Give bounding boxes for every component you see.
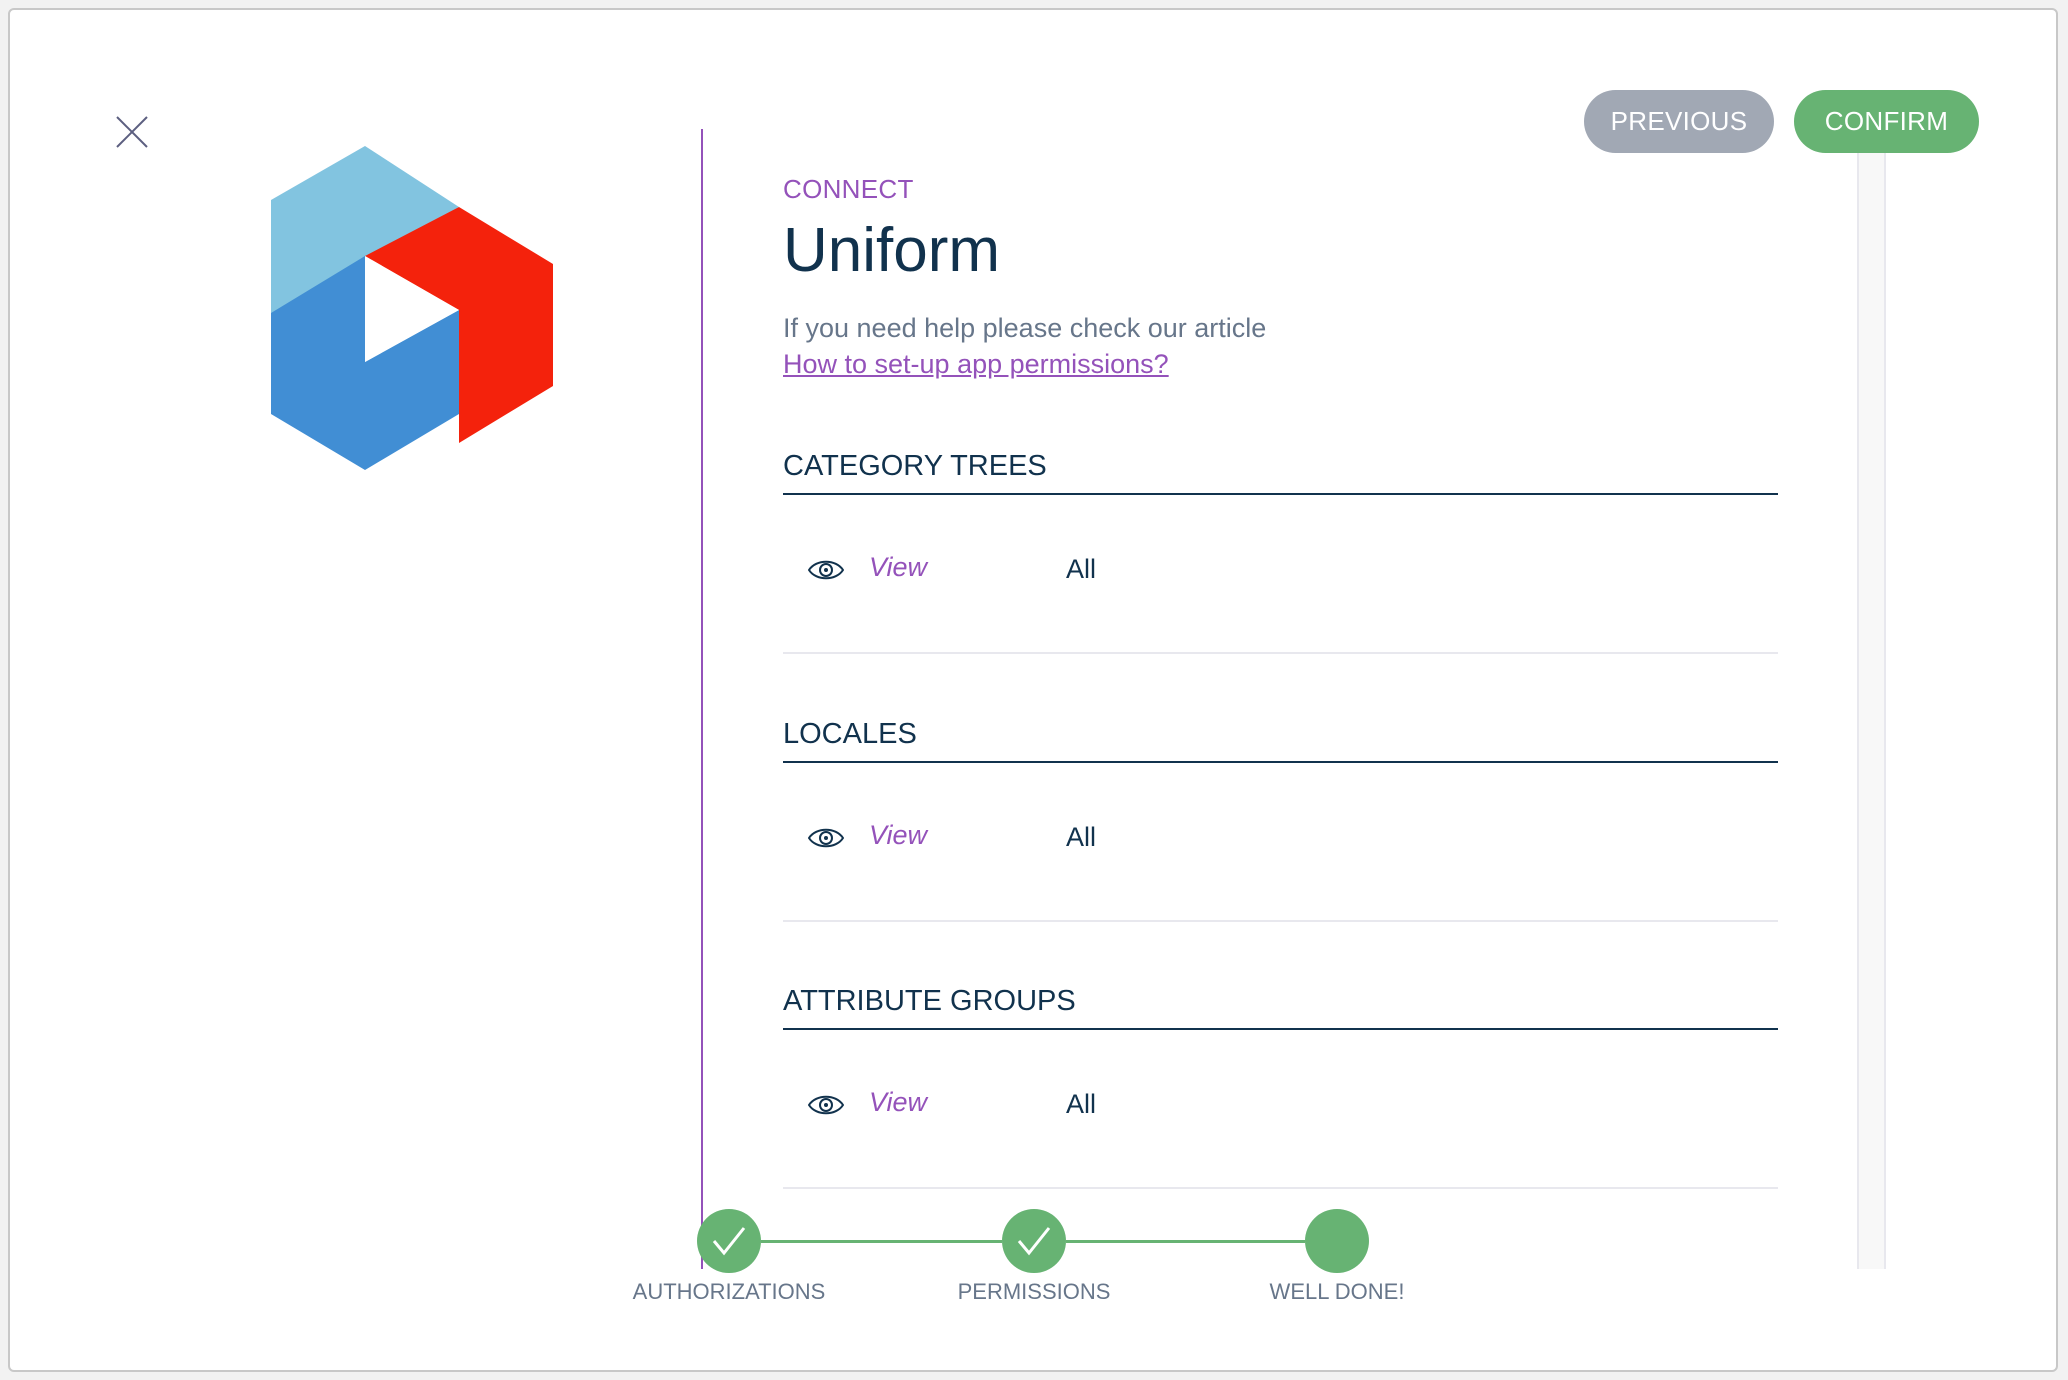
eye-icon — [808, 828, 844, 848]
permission-row: View All — [783, 1085, 1778, 1145]
permission-action-view[interactable]: View — [869, 552, 927, 583]
confirm-button[interactable]: CONFIRM — [1794, 90, 1979, 153]
permission-scope: All — [1066, 554, 1097, 584]
section-underline — [783, 761, 1778, 763]
permission-scope: All — [1066, 822, 1097, 852]
scrollbar[interactable] — [1857, 153, 1886, 1269]
page-eyebrow: CONNECT — [783, 174, 914, 204]
section-title: LOCALES — [783, 718, 917, 750]
eye-icon — [808, 1095, 844, 1115]
step-permissions[interactable] — [1002, 1209, 1066, 1273]
page-title: Uniform — [783, 216, 1001, 285]
check-icon — [712, 1227, 746, 1256]
permission-scope: All — [1066, 1089, 1097, 1119]
previous-button[interactable]: PREVIOUS — [1584, 90, 1774, 153]
section-title: ATTRIBUTE GROUPS — [783, 985, 1076, 1017]
step-authorizations[interactable] — [697, 1209, 761, 1273]
step-well-done[interactable] — [1305, 1209, 1369, 1273]
help-text: If you need help please check our articl… — [783, 313, 1267, 343]
app-logo — [271, 146, 553, 470]
stepper-connector — [1066, 1240, 1305, 1243]
eye-icon — [808, 560, 844, 580]
section-title: CATEGORY TREES — [783, 450, 1047, 482]
section-underline — [783, 493, 1778, 495]
step-label: AUTHORIZATIONS — [632, 1279, 826, 1304]
section-divider — [783, 920, 1778, 922]
vertical-divider — [701, 129, 703, 1269]
section-divider — [783, 652, 1778, 654]
permission-action-view[interactable]: View — [869, 820, 927, 851]
permission-row: View All — [783, 550, 1778, 610]
help-article-link[interactable]: How to set-up app permissions? — [783, 349, 1169, 380]
permission-row: View All — [783, 818, 1778, 878]
modal-frame — [8, 8, 2058, 1372]
close-icon — [116, 116, 148, 148]
check-icon — [1017, 1227, 1051, 1256]
section-divider — [783, 1187, 1778, 1189]
step-label: WELL DONE! — [1269, 1279, 1405, 1304]
step-label: PERMISSIONS — [957, 1279, 1111, 1304]
stepper-connector — [761, 1240, 1002, 1243]
permission-action-view[interactable]: View — [869, 1087, 927, 1118]
section-underline — [783, 1028, 1778, 1030]
close-button[interactable] — [116, 116, 148, 148]
